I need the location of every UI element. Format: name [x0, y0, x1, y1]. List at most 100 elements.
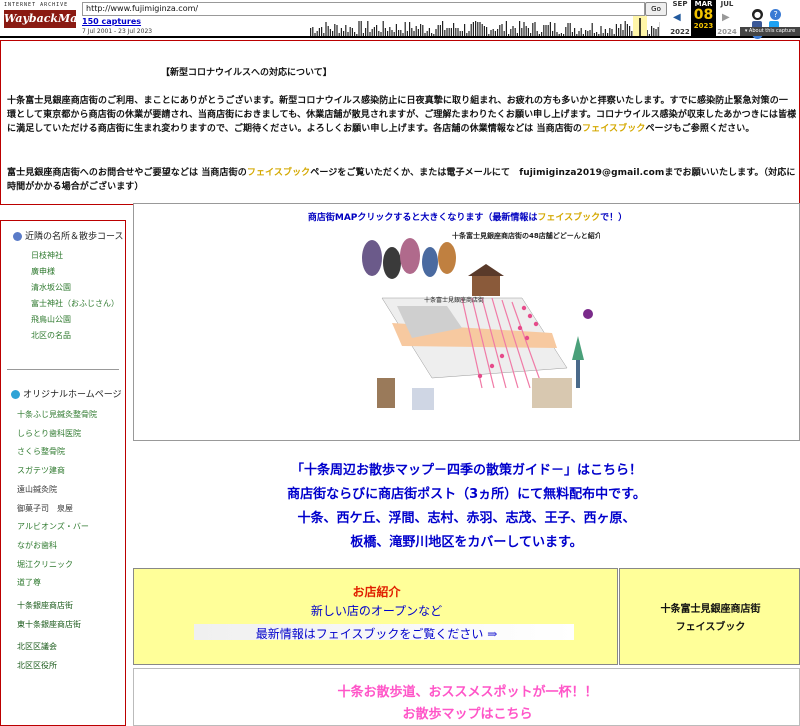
shopping-street-map-image[interactable]: 十条富士見銀座商店街の48店舗どどーんと紹介！ 十条富士見銀座商店街: [352, 228, 600, 438]
map-image-subtitle: 十条富士見銀座商店街: [424, 296, 484, 304]
url-input[interactable]: http://www.fujimiginza.com/: [82, 2, 645, 16]
capture-bar: [648, 34, 650, 36]
sidebar-link[interactable]: 日枝神社: [31, 248, 125, 264]
capture-bar: [578, 31, 580, 36]
current-month-column: MAR 08 2023: [691, 0, 716, 36]
capture-bar: [378, 31, 380, 36]
info-line: 十条、西ケ丘、浮間、志村、赤羽、志茂、王子、西ヶ原、: [297, 511, 636, 526]
capture-bar: [486, 27, 488, 36]
walking-map-link-box[interactable]: 十条お散歩道、おススメスポットが一杯！！ お散歩マップはこちら: [133, 668, 800, 726]
capture-bar: [475, 21, 477, 36]
capture-bar: [409, 22, 411, 36]
sidebar-link[interactable]: 北区区役所: [17, 657, 125, 676]
capture-bar: [554, 23, 556, 36]
capture-bar: [567, 23, 569, 36]
capture-bar: [329, 29, 331, 36]
capture-bar: [532, 23, 534, 36]
capture-bar: [325, 22, 327, 36]
logo-main-text: WaybackMachine: [4, 10, 111, 28]
capture-bar: [391, 30, 393, 36]
capture-bar: [622, 30, 624, 36]
next-arrow-icon[interactable]: ▶: [722, 12, 730, 23]
capture-bar: [479, 22, 481, 36]
capture-bar: [483, 26, 485, 36]
sidebar-link[interactable]: アルビオンズ・バー: [17, 518, 125, 537]
facebook-link[interactable]: フェイスブック: [247, 168, 310, 178]
capture-bar: [413, 31, 415, 36]
sidebar-link[interactable]: ながお歯科: [17, 537, 125, 556]
sidebar-link[interactable]: 堀江クリニック: [17, 556, 125, 575]
sidebar-link[interactable]: 清水坂公園: [31, 280, 125, 296]
capture-bar: [446, 28, 448, 36]
sidebar-link[interactable]: 十条銀座商店街: [17, 597, 125, 616]
captures-link[interactable]: 150 captures: [82, 17, 141, 26]
shop-intro-line1: 新しい店のオープンなど: [310, 604, 443, 618]
capture-bar: [439, 25, 441, 36]
capture-bar: [332, 31, 334, 36]
sidebar-link[interactable]: 東十条銀座商店街: [17, 616, 125, 635]
toolbar-icons: ● ? ✕: [752, 2, 798, 39]
logo-small-text: INTERNET ARCHIVE: [4, 2, 69, 8]
capture-bar: [424, 33, 426, 36]
facebook-link[interactable]: フェイスブック: [582, 124, 645, 134]
notice-paragraph-1: 十条富士見銀座商店街のご利用、まことにありがとうございます。新型コロナウイルス感…: [7, 96, 797, 134]
capture-bar: [631, 31, 633, 36]
capture-bar: [387, 31, 389, 36]
capture-bar: [351, 28, 353, 36]
capture-bar: [580, 28, 582, 36]
about-capture-button[interactable]: ▾ About this capture: [740, 27, 800, 36]
capture-bar: [406, 31, 408, 36]
next-month-column[interactable]: JUL ▶ 2024: [717, 0, 737, 36]
main-content: 商店街MAPクリックすると大きくなります（最新情報はフェイスブックで！） 十条富…: [133, 203, 800, 726]
sidebar-link[interactable]: 十条ふじ見鍼灸整骨院: [17, 406, 125, 425]
sidebar-link[interactable]: 御菓子司 泉屋: [17, 500, 125, 519]
capture-bar: [395, 24, 397, 36]
prev-arrow-icon[interactable]: ◀: [673, 12, 681, 23]
capture-bar: [371, 29, 373, 36]
wayback-toolbar: INTERNET ARCHIVE WaybackMachine http://w…: [0, 0, 800, 39]
capture-bar: [593, 33, 595, 36]
capture-sparkline[interactable]: [160, 16, 660, 36]
calendar-selector[interactable]: SEP ◀ 2022 MAR 08 2023 JUL ▶ 2024: [668, 0, 740, 36]
sidebar-link[interactable]: 飛鳥山公園: [31, 312, 125, 328]
capture-bar: [343, 31, 345, 36]
sidebar-divider: [7, 369, 119, 370]
sidebar-link[interactable]: 廣申様: [31, 264, 125, 280]
facebook-box-link[interactable]: 十条富士見銀座商店街 フェイスブック: [619, 568, 800, 665]
shop-intro-title: お店紹介: [352, 585, 401, 599]
go-button[interactable]: Go: [645, 2, 667, 16]
capture-bar: [585, 30, 587, 36]
capture-bar: [318, 28, 320, 36]
map-caption: 商店街MAPクリックすると大きくなります（最新情報はフェイスブックで！）: [307, 213, 628, 223]
sidebar-link[interactable]: 遠山鍼灸院: [17, 481, 125, 500]
capture-bar: [503, 31, 505, 36]
capture-bar: [334, 24, 336, 36]
capture-bar: [574, 28, 576, 36]
capture-bar: [384, 28, 386, 36]
sidebar-link[interactable]: 道了尊: [17, 574, 125, 593]
wayback-logo[interactable]: INTERNET ARCHIVE WaybackMachine: [4, 2, 111, 34]
sidebar-link[interactable]: さくら整骨院: [17, 443, 125, 462]
capture-bar: [373, 27, 375, 36]
capture-bar: [587, 31, 589, 36]
sidebar-link[interactable]: しらとり歯科医院: [17, 425, 125, 444]
capture-bar: [360, 21, 362, 36]
capture-bar: [453, 23, 455, 36]
capture-bar: [488, 34, 490, 36]
capture-bar: [543, 25, 545, 36]
capture-bar: [600, 26, 602, 36]
sidebar-link[interactable]: 富士神社（おふじさん）: [31, 296, 125, 312]
facebook-link[interactable]: フェイスブック: [537, 213, 600, 223]
prev-month-column[interactable]: SEP ◀ 2022: [670, 0, 690, 36]
sidebar-link[interactable]: スガテツ建商: [17, 462, 125, 481]
walking-map-link[interactable]: お散歩マップはこちら: [134, 703, 800, 722]
capture-bar: [356, 34, 358, 36]
shop-intro-box[interactable]: お店紹介 新しい店のオープンなど 最新情報はフェイスブックをご覧ください ⇒: [133, 568, 618, 665]
info-line: 商店街ならびに商店街ポスト（3ヵ所）にて無料配布中です。: [287, 487, 646, 502]
sidebar-link[interactable]: 北区の名品: [31, 328, 125, 344]
prev-year-label: 2022: [670, 28, 690, 36]
sidebar-link[interactable]: 北区区議会: [17, 638, 125, 657]
capture-bar: [358, 21, 360, 36]
prev-month-label: SEP: [672, 0, 688, 8]
walking-map-info[interactable]: 「十条周辺お散歩マップ－四季の散策ガイド－」はこちら！ 商店街ならびに商店街ポス…: [133, 443, 800, 563]
